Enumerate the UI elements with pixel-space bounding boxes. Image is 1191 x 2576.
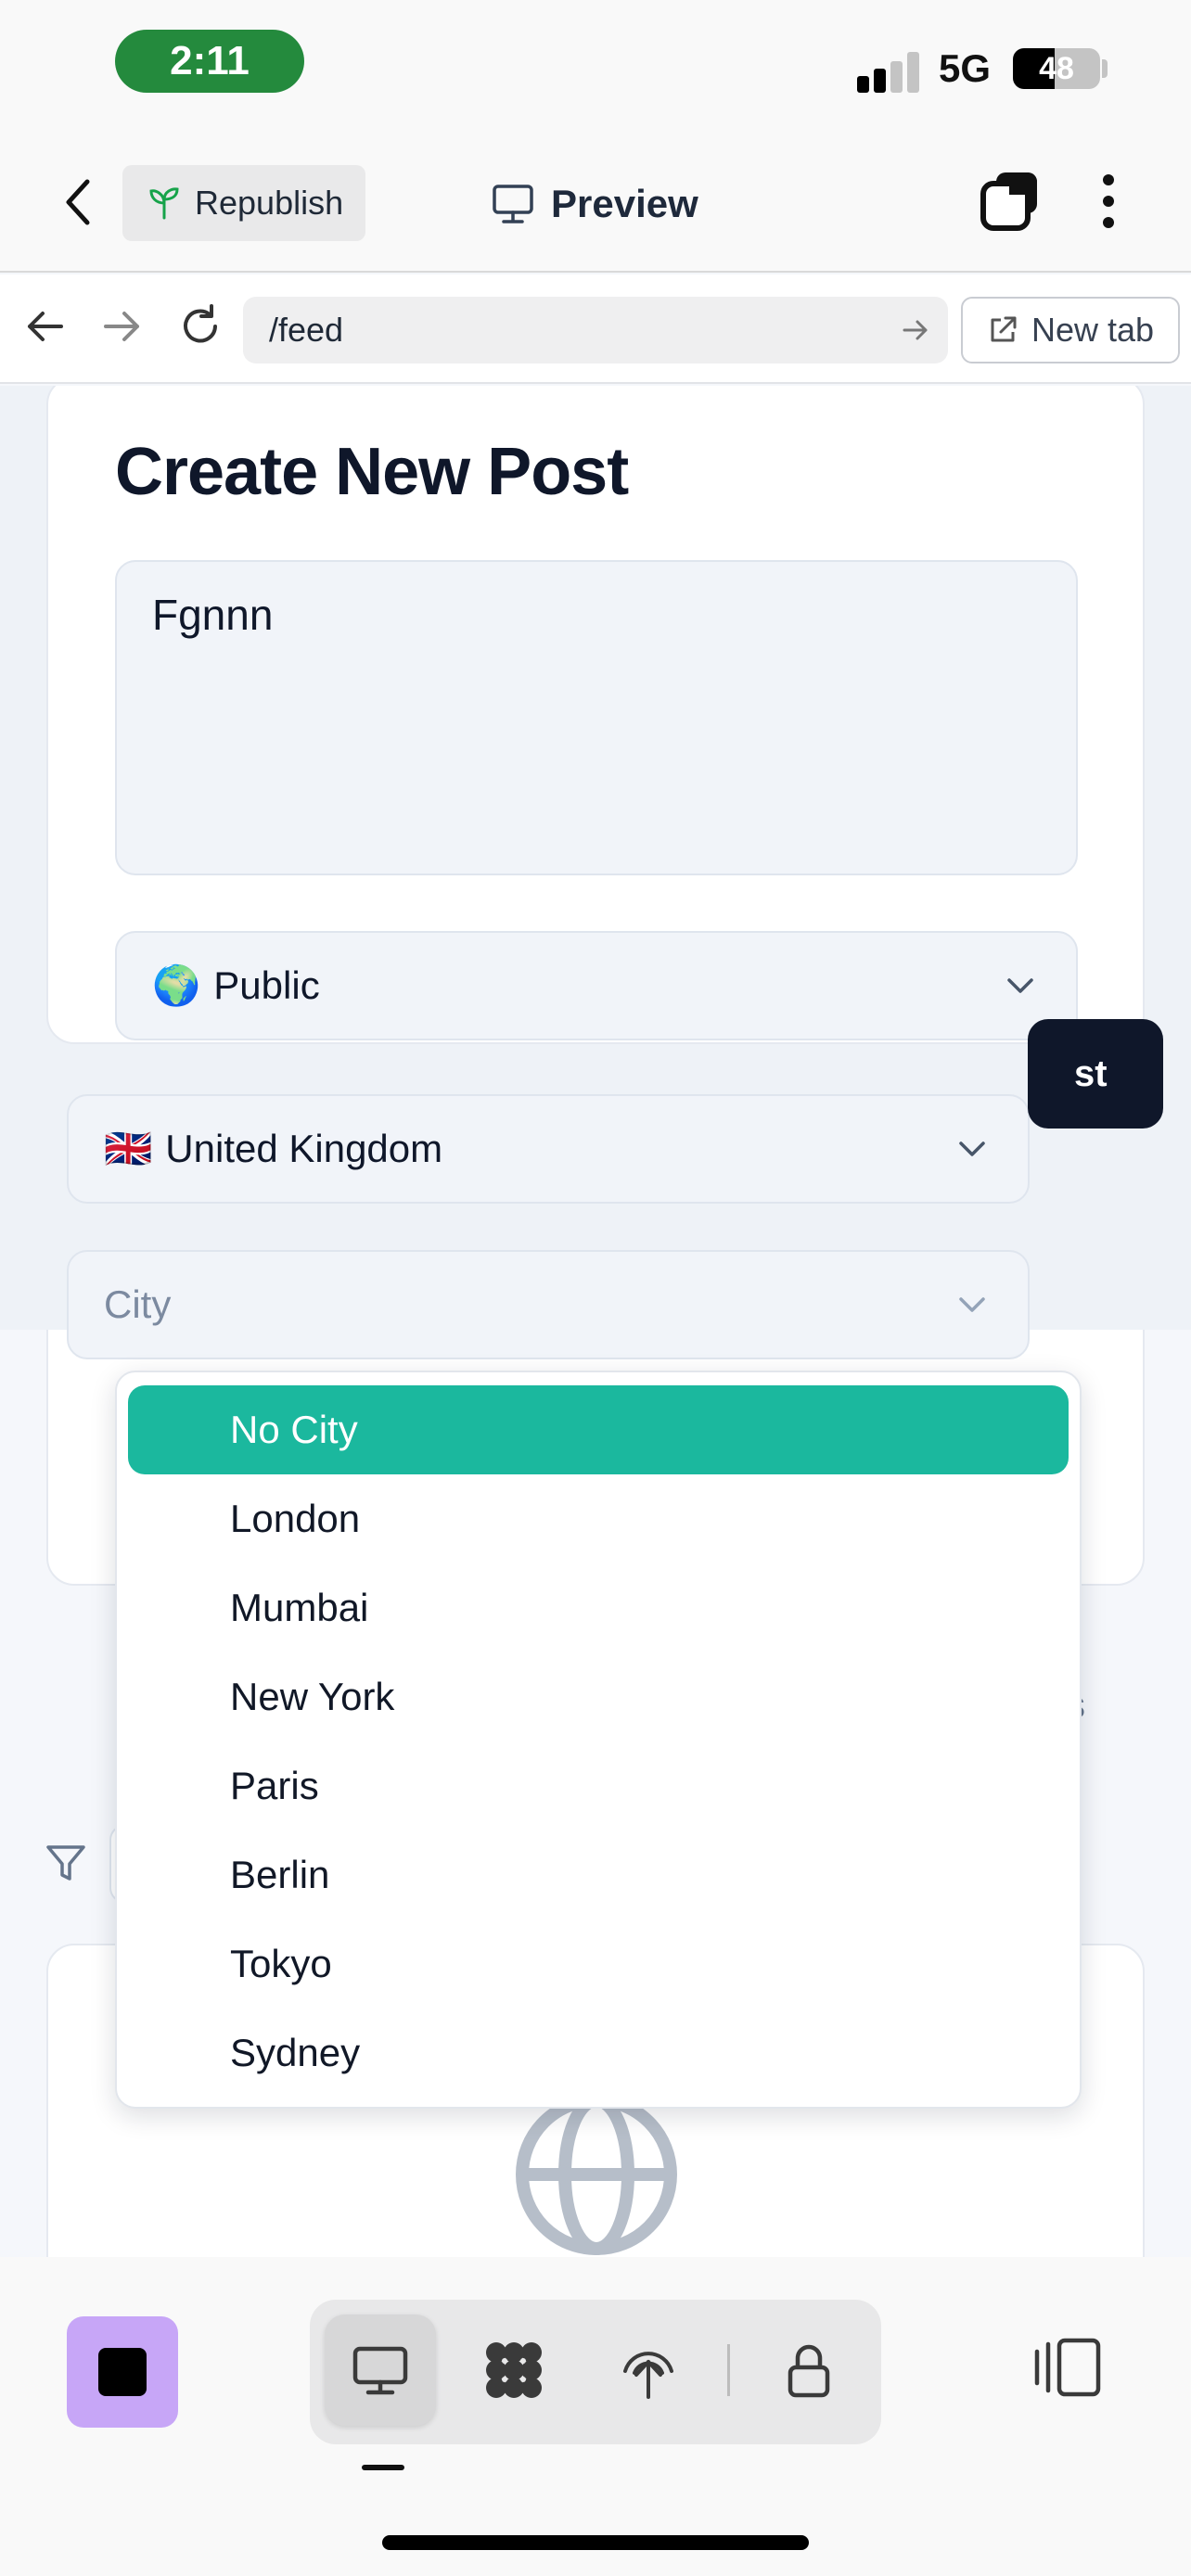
tabs-button[interactable] — [980, 171, 1041, 232]
city-option[interactable]: New York — [128, 1652, 1069, 1741]
canvas-button[interactable] — [458, 2315, 570, 2426]
city-option[interactable]: Mumbai — [128, 1563, 1069, 1652]
preview-title[interactable]: Preview — [492, 178, 698, 230]
tabs-icon — [980, 172, 1037, 231]
city-select[interactable]: City — [67, 1250, 1030, 1359]
filter-icon — [46, 1845, 85, 1881]
app-header: Republish Preview — [0, 130, 1191, 273]
stop-icon — [98, 2348, 147, 2396]
status-bar: 2:11 5G 48 — [0, 0, 1191, 130]
city-option[interactable]: Berlin — [128, 1830, 1069, 1919]
visibility-value: Public — [213, 963, 320, 1007]
city-option[interactable]: Tokyo — [128, 1919, 1069, 2009]
back-button[interactable] — [56, 176, 102, 228]
uk-flag-icon: 🇬🇧 — [104, 1126, 153, 1170]
monitor-icon — [352, 2346, 408, 2395]
more-vertical-icon — [1103, 174, 1114, 228]
city-placeholder: City — [104, 1282, 172, 1326]
reload-icon — [184, 304, 217, 343]
battery-level: 48 — [1039, 50, 1074, 86]
browser-bar: /feed New tab — [0, 274, 1191, 384]
page-title: Create New Post — [115, 435, 629, 509]
city-option[interactable]: London — [128, 1474, 1069, 1563]
country-value: United Kingdom — [165, 1127, 443, 1170]
city-option[interactable]: Sydney — [128, 2009, 1069, 2098]
new-tab-button[interactable]: New tab — [961, 297, 1180, 363]
country-select[interactable]: 🇬🇧 United Kingdom — [67, 1094, 1030, 1204]
url-input[interactable]: /feed — [243, 297, 948, 363]
globe-icon — [516, 2094, 677, 2255]
arrow-left-icon — [28, 312, 63, 341]
status-time: 2:11 — [115, 30, 304, 93]
more-button[interactable] — [1095, 171, 1122, 232]
desktop-view-button[interactable] — [325, 2315, 436, 2426]
network-type: 5G — [939, 46, 992, 90]
city-dropdown[interactable]: No City London Mumbai New York Paris Berlin To… — [115, 1371, 1082, 2109]
submit-post-button[interactable]: st — [1028, 1019, 1163, 1129]
battery-icon: 48 — [1013, 48, 1100, 89]
url-text: /feed — [269, 311, 344, 349]
chevron-down-icon — [959, 1297, 985, 1312]
submit-label: st — [1074, 1052, 1108, 1094]
side-panel-button[interactable] — [1033, 2335, 1102, 2400]
lock-icon — [788, 2344, 830, 2398]
deploy-button[interactable] — [593, 2315, 704, 2426]
chevron-down-icon — [959, 1141, 985, 1156]
republish-button[interactable]: Republish — [122, 165, 365, 241]
monitor-icon — [493, 185, 533, 223]
create-post-card: Create New Post 🌍 Public — [46, 386, 1145, 1044]
globe-emoji-icon: 🌍 — [152, 963, 201, 1007]
lock-button[interactable] — [753, 2315, 864, 2426]
back-chevron-icon — [66, 179, 90, 225]
signal-icon — [857, 52, 924, 93]
city-option[interactable]: No City — [128, 1385, 1069, 1474]
chevron-down-icon — [1007, 978, 1033, 993]
go-arrow-icon[interactable] — [902, 317, 929, 343]
visibility-select[interactable]: 🌍 Public — [115, 931, 1078, 1040]
battery-tip — [1102, 59, 1108, 78]
filter-button[interactable] — [45, 1842, 87, 1884]
browser-back-button[interactable] — [20, 302, 69, 351]
preview-label: Preview — [551, 182, 698, 225]
panel-icon — [1034, 2338, 1101, 2397]
sprout-icon — [149, 187, 179, 220]
city-option[interactable]: Paris — [128, 1741, 1069, 1830]
bottom-toolbar — [0, 2257, 1191, 2576]
external-link-icon — [991, 316, 1017, 342]
post-textarea[interactable] — [115, 560, 1078, 875]
home-indicator — [382, 2535, 809, 2550]
active-indicator — [362, 2465, 404, 2470]
new-tab-label: New tab — [1031, 311, 1155, 349]
arrow-right-icon — [104, 312, 139, 341]
stop-button[interactable] — [67, 2316, 178, 2428]
antenna-icon — [623, 2352, 673, 2399]
view-switcher — [310, 2300, 881, 2444]
republish-label: Republish — [195, 184, 344, 222]
reload-button[interactable] — [176, 302, 224, 351]
toolbar-divider — [727, 2344, 730, 2396]
browser-forward-button[interactable] — [98, 302, 147, 351]
grid-blob-icon — [486, 2342, 542, 2398]
